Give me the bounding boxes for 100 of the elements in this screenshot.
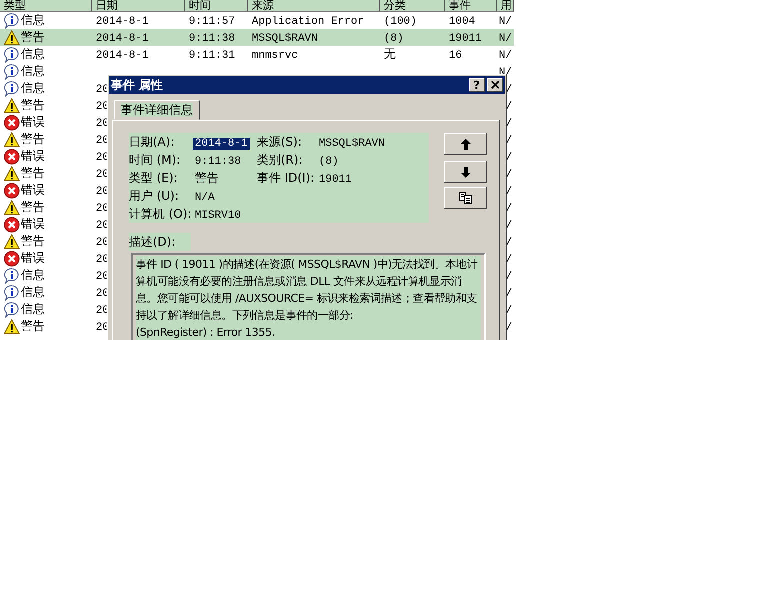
event-type: 信息 xyxy=(21,301,45,318)
table-cell: 9:11:57 xyxy=(189,16,236,28)
event-type: 警告 xyxy=(21,318,45,335)
copy-icon xyxy=(458,192,472,204)
info-icon xyxy=(4,46,20,62)
field-value[interactable]: MSSQL$RAVN xyxy=(317,138,388,150)
field-value[interactable]: N/A xyxy=(193,192,217,204)
error-icon xyxy=(4,114,20,130)
description-field[interactable]: 事件 ID ( 19011 )的描述(在资源( MSSQL$RAVN )中)无法找到。本地计算机可能没有必要的注册信息或消息 DLL 文件来从远程计算机显示消息。您可能可以使用 /AUXSOURCE= 标识来检索词描述；查看帮助和支持以了解详细信息。下列信息是事件的一部分: (SpnRegister) : Error 1355. xyxy=(131,253,486,340)
field-label: 计算机 (O): xyxy=(129,206,191,222)
table-cell: / xyxy=(506,254,513,266)
event-type: 信息 xyxy=(21,12,45,29)
close-icon xyxy=(490,81,500,89)
copy-button[interactable] xyxy=(444,187,487,209)
event-type: 信息 xyxy=(21,63,45,80)
field-value[interactable]: 9:11:38 xyxy=(193,156,244,168)
table-cell: 无 xyxy=(384,47,396,61)
info-icon xyxy=(4,284,20,300)
event-type: 错误 xyxy=(21,250,45,267)
info-icon xyxy=(4,268,20,284)
info-icon xyxy=(4,80,20,96)
column-header[interactable]: 时间 xyxy=(185,0,248,12)
table-cell: 2014-8-1 xyxy=(96,33,149,45)
info-icon xyxy=(4,12,20,28)
field-label: 类型 (E): xyxy=(129,170,179,186)
field-label: 类别(R): xyxy=(257,152,304,168)
event-type: 错误 xyxy=(21,114,45,131)
previous-button[interactable] xyxy=(444,133,487,155)
field-label: 时间 (M): xyxy=(129,152,182,168)
event-type: 警告 xyxy=(21,199,45,216)
window-title: 事件 属性 xyxy=(111,76,164,94)
field-label: 日期(A): xyxy=(129,134,176,150)
table-cell: / xyxy=(506,152,513,164)
event-type: 警告 xyxy=(21,29,45,46)
field-value[interactable]: 2014-8-1 xyxy=(193,138,250,150)
field-value[interactable]: MISRV10 xyxy=(193,210,244,222)
table-cell: 2014-8-1 xyxy=(96,50,149,62)
column-header[interactable]: 分类 xyxy=(380,0,445,12)
event-type: 警告 xyxy=(21,97,45,114)
table-cell: / xyxy=(506,84,513,96)
column-header[interactable]: 类型 xyxy=(0,0,92,12)
event-type: 错误 xyxy=(21,148,45,165)
table-cell: / xyxy=(506,220,513,232)
table-cell: 2014-8-1 xyxy=(96,16,149,28)
column-header[interactable]: 来源 xyxy=(248,0,380,12)
table-cell: N/ xyxy=(499,50,512,62)
warning-icon xyxy=(4,318,20,334)
table-cell: / xyxy=(506,118,513,130)
info-icon xyxy=(4,64,20,80)
table-cell: / xyxy=(506,203,513,215)
table-cell: N/ xyxy=(499,16,512,28)
description-label: 描述(D): xyxy=(129,233,191,251)
error-icon xyxy=(4,148,20,164)
down-arrow-icon xyxy=(460,166,470,178)
table-cell: / xyxy=(506,237,513,249)
table-cell: / xyxy=(506,305,513,317)
next-button[interactable] xyxy=(444,161,487,183)
field-value[interactable]: (8) xyxy=(317,156,341,168)
event-type: 信息 xyxy=(21,46,45,63)
help-button[interactable]: ? xyxy=(469,78,485,92)
event-type: 警告 xyxy=(21,233,45,250)
table-cell: / xyxy=(506,186,513,198)
table-cell: (8) xyxy=(384,33,404,45)
table-cell: MSSQL$RAVN xyxy=(252,33,318,45)
table-cell: 1004 xyxy=(449,16,476,28)
tab[interactable]: 事件详细信息 xyxy=(114,100,200,120)
up-arrow-icon xyxy=(460,138,470,150)
warning-icon xyxy=(4,132,20,148)
table-cell: / xyxy=(506,169,513,181)
field-value[interactable]: 警告 xyxy=(193,170,221,184)
field-value[interactable]: 19011 xyxy=(317,174,354,186)
event-type: 信息 xyxy=(21,80,45,97)
table-cell: / xyxy=(506,322,513,334)
warning-icon xyxy=(4,30,20,46)
column-header[interactable]: 日期 xyxy=(92,0,185,12)
event-type: 警告 xyxy=(21,131,45,148)
info-icon xyxy=(4,302,20,318)
event-type: 信息 xyxy=(21,267,45,284)
table-cell: / xyxy=(506,101,513,113)
table-cell: mnmsrvc xyxy=(252,50,298,62)
warning-icon xyxy=(4,234,20,250)
table-cell: / xyxy=(506,271,513,283)
table-cell: 9:11:31 xyxy=(189,50,236,62)
table-cell: / xyxy=(506,288,513,300)
warning-icon xyxy=(4,166,20,182)
table-cell: / xyxy=(506,135,513,147)
event-type: 错误 xyxy=(21,216,45,233)
event-type: 警告 xyxy=(21,165,45,182)
table-cell: 9:11:38 xyxy=(189,33,236,45)
column-header[interactable]: 事件 xyxy=(445,0,497,12)
selected-row[interactable]: 警告 2014-8-1 9:11:38 MSSQL$RAVN (8) 19011 N/ xyxy=(0,29,514,46)
event-type: 信息 xyxy=(21,284,45,301)
field-label: 来源(S): xyxy=(257,134,304,150)
table-cell: 16 xyxy=(449,50,462,62)
error-icon xyxy=(4,216,20,232)
field-label: 事件 ID(I): xyxy=(257,170,316,186)
table-cell: 19011 xyxy=(449,33,482,45)
error-icon xyxy=(4,250,20,266)
column-header[interactable]: 用 xyxy=(497,0,514,12)
close-button[interactable] xyxy=(487,78,503,92)
